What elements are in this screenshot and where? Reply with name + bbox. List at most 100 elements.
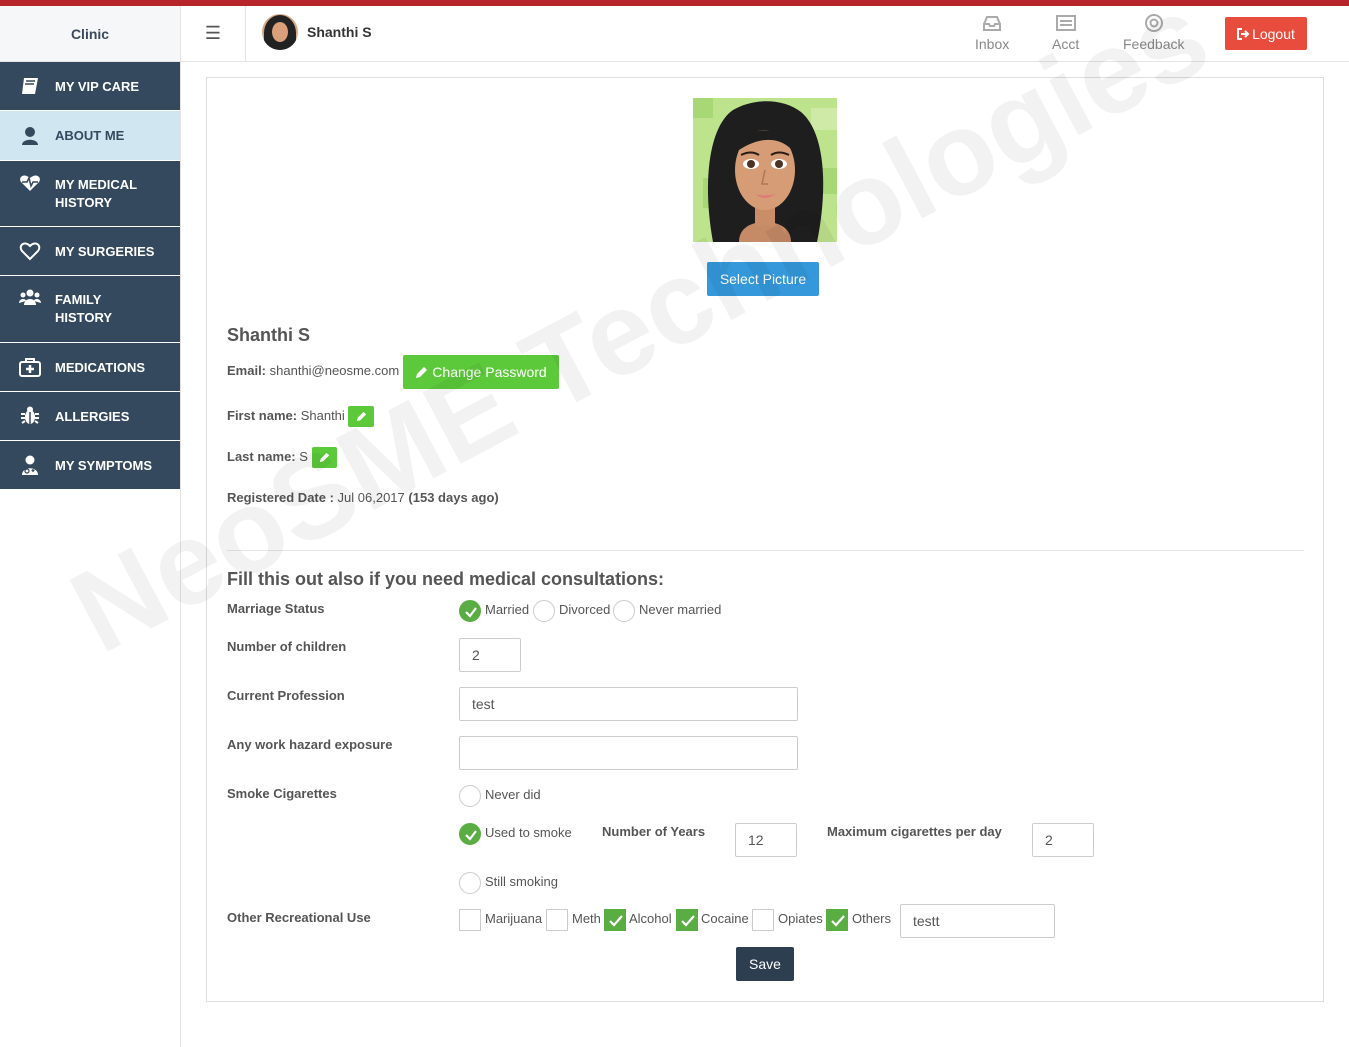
children-input[interactable]: 2 (459, 638, 521, 672)
sidebar-item-my-surgeries[interactable]: MY SURGERIES (0, 227, 180, 276)
nav-label: Inbox (975, 36, 1010, 52)
radio-label: Married (485, 602, 530, 617)
bug-icon (21, 406, 39, 424)
check-icon (609, 915, 623, 927)
sidebar-item-label: MEDICATIONS (55, 359, 146, 375)
radio-never-did[interactable] (459, 785, 481, 807)
checkbox-cocaine[interactable] (676, 909, 698, 931)
brand-logo[interactable]: Clinic (0, 6, 181, 62)
medkit-icon (19, 358, 41, 377)
profession-input[interactable]: test (459, 687, 798, 721)
sidebar-item-label: MY SYMPTOMS (55, 457, 153, 473)
radio-label: Never did (485, 787, 541, 802)
sidebar-item-label: ABOUT ME (55, 128, 125, 143)
save-button[interactable]: Save (736, 947, 794, 981)
marriage-status-label: Marriage Status (227, 601, 325, 616)
radio-never-married[interactable] (613, 600, 635, 622)
radio-still-smoking[interactable] (459, 872, 481, 894)
heart-icon (19, 242, 41, 261)
consultation-heading: Fill this out also if you need medical c… (227, 569, 665, 589)
radio-label: Used to smoke (485, 825, 572, 840)
years-input[interactable]: 12 (735, 823, 797, 857)
sidebar: MY VIP CARE ABOUT ME MY MEDICAL HISTORY M… (0, 62, 181, 1047)
pencil-icon (356, 411, 366, 422)
account-icon (1055, 15, 1076, 31)
recreational-label: Other Recreational Use (227, 910, 371, 925)
profession-label: Current Profession (227, 688, 345, 703)
sidebar-item-label: MY VIP CARE (55, 78, 140, 94)
menu-toggle-button[interactable]: ☰ (181, 6, 246, 62)
children-label: Number of children (227, 639, 347, 654)
checkbox-alcohol[interactable] (604, 909, 626, 931)
sidebar-item-my-vip-care[interactable]: MY VIP CARE (0, 62, 180, 111)
first-name-value: Shanthi (300, 408, 345, 423)
logout-icon (1237, 27, 1250, 40)
checkbox-others[interactable] (826, 909, 848, 931)
pencil-icon (319, 452, 330, 463)
check-icon (831, 915, 845, 927)
checkbox-label: Cocaine (701, 911, 749, 926)
top-bar: Shanthi S Inbox Acct Feedback Logout (246, 6, 1349, 62)
sidebar-item-medications[interactable]: MEDICATIONS (0, 343, 180, 392)
sidebar-item-label-line2: HISTORY (55, 310, 113, 325)
sidebar-item-family-history[interactable]: FAMILY HISTORY (0, 276, 180, 343)
email-label: Email: (227, 363, 267, 378)
last-name-value: S (299, 449, 308, 464)
sidebar-item-allergies[interactable]: ALLERGIES (0, 392, 180, 441)
checkbox-marijuana[interactable] (459, 909, 481, 931)
hazard-label: Any work hazard exposure (227, 737, 393, 752)
profile-picture (693, 98, 837, 242)
edit-first-name-button[interactable] (348, 406, 374, 427)
edit-last-name-button[interactable] (312, 447, 337, 468)
heartbeat-icon (20, 175, 40, 191)
user-icon (22, 126, 38, 145)
nav-inbox[interactable]: Inbox (975, 14, 1009, 52)
others-input[interactable]: testt (900, 904, 1055, 938)
logout-button[interactable]: Logout (1225, 17, 1307, 50)
checkbox-opiates[interactable] (752, 909, 774, 931)
last-name-label: Last name: (227, 449, 296, 464)
pencil-icon (416, 366, 428, 378)
change-password-button[interactable]: Change Password (403, 355, 559, 389)
smoke-label: Smoke Cigarettes (227, 786, 337, 801)
sidebar-item-label-line1: MY MEDICAL (55, 176, 138, 192)
brand-text: Clinic (70, 25, 110, 42)
logout-label: Logout (1252, 25, 1295, 42)
radio-label: Divorced (559, 602, 611, 617)
sidebar-item-my-symptoms[interactable]: MY SYMPTOMS (0, 441, 180, 490)
save-label: Save (749, 956, 781, 972)
checkbox-label: Others (852, 911, 892, 926)
radio-divorced[interactable] (533, 600, 555, 622)
sidebar-item-my-medical-history[interactable]: MY MEDICAL HISTORY (0, 161, 180, 227)
nav-feedback[interactable]: Feedback (1123, 14, 1184, 52)
select-picture-button[interactable]: Select Picture (707, 262, 819, 296)
email-value: shanthi@neosme.com (269, 363, 400, 378)
first-name-label: First name: (227, 408, 298, 423)
hazard-input[interactable] (459, 736, 798, 770)
sidebar-item-label-line1: FAMILY (55, 292, 102, 307)
check-icon (465, 830, 477, 841)
user-menu[interactable]: Shanthi S (262, 14, 372, 50)
email-row: Email: shanthi@neosme.com (227, 363, 399, 378)
first-name-row: First name: Shanthi (227, 408, 345, 423)
users-icon (19, 289, 41, 305)
max-cigarettes-input[interactable]: 2 (1032, 823, 1094, 857)
last-name-row: Last name: S (227, 449, 308, 464)
registered-date: Jul 06,2017 (337, 490, 405, 505)
user-md-icon (22, 455, 38, 475)
book-icon (22, 78, 38, 94)
checkbox-meth[interactable] (546, 909, 568, 931)
radio-used-to-smoke[interactable] (459, 823, 481, 845)
sidebar-item-about-me[interactable]: ABOUT ME (0, 111, 180, 161)
checkbox-label: Alcohol (629, 911, 672, 926)
lifebuoy-icon (1144, 14, 1163, 32)
check-icon (465, 607, 477, 618)
avatar (262, 14, 298, 50)
radio-label: Still smoking (485, 874, 558, 889)
checkbox-label: Opiates (778, 911, 823, 926)
nav-acct[interactable]: Acct (1052, 14, 1079, 52)
change-password-label: Change Password (432, 364, 547, 380)
years-label: Number of Years (602, 824, 706, 839)
check-icon (681, 915, 695, 927)
radio-married[interactable] (459, 600, 481, 622)
